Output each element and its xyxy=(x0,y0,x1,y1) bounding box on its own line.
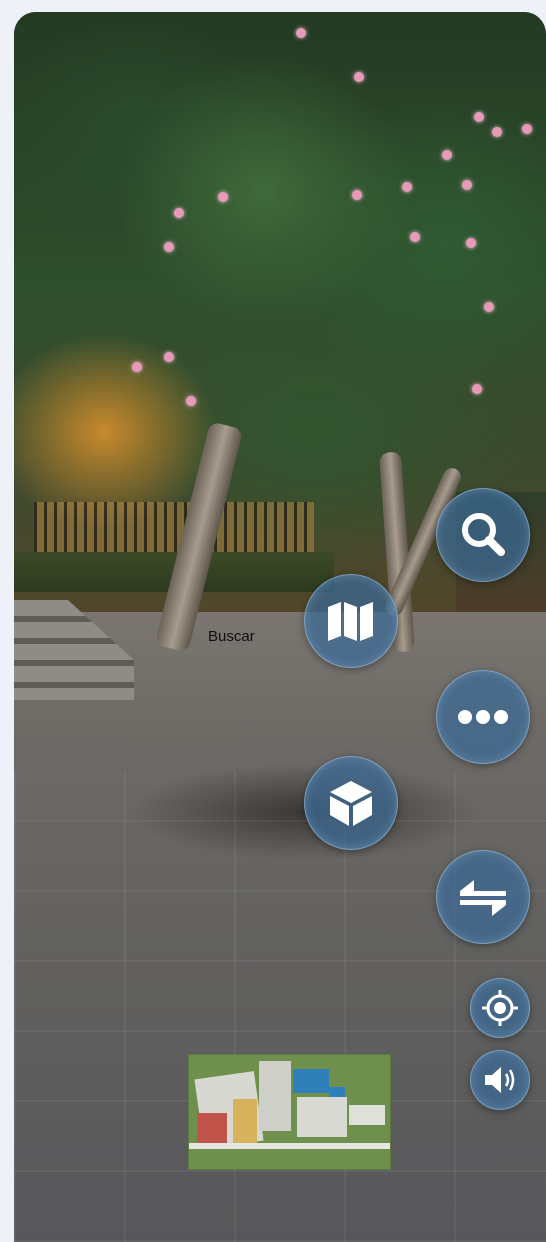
blossom xyxy=(462,180,472,190)
locate-button[interactable] xyxy=(470,978,530,1038)
blossom xyxy=(522,124,532,134)
map-button[interactable] xyxy=(304,574,398,668)
cube-3d-icon xyxy=(330,781,372,826)
blossom xyxy=(164,242,174,252)
blossom xyxy=(354,72,364,82)
search-button[interactable] xyxy=(436,488,530,582)
minimap-path xyxy=(189,1143,390,1149)
minimap-building xyxy=(293,1069,329,1093)
minimap-building xyxy=(233,1099,257,1147)
blossom xyxy=(474,112,484,122)
paving-tiles xyxy=(14,772,546,1242)
audio-button[interactable] xyxy=(470,1050,530,1110)
blossom xyxy=(484,302,494,312)
speaker-icon xyxy=(485,1067,515,1093)
blossom xyxy=(410,232,420,242)
blossom xyxy=(472,384,482,394)
blossom xyxy=(132,362,142,372)
blossom xyxy=(442,150,452,160)
crosshair-icon xyxy=(482,990,518,1026)
campus-minimap[interactable] xyxy=(188,1054,391,1170)
minimap-building xyxy=(297,1097,347,1137)
map-icon xyxy=(328,602,373,641)
blossom xyxy=(466,238,476,248)
blossom xyxy=(352,190,362,200)
minimap-building xyxy=(197,1113,227,1143)
blossom xyxy=(402,182,412,192)
more-dots-icon xyxy=(458,710,508,724)
minimap-building xyxy=(329,1087,345,1097)
search-icon xyxy=(462,513,505,556)
minimap-building xyxy=(349,1105,385,1125)
blossom xyxy=(296,28,306,38)
search-label: Buscar xyxy=(208,628,255,645)
street-view-frame[interactable]: Buscar xyxy=(14,12,546,1242)
3d-view-button[interactable] xyxy=(304,756,398,850)
blossom xyxy=(174,208,184,218)
swap-view-button[interactable] xyxy=(436,850,530,944)
more-options-button[interactable] xyxy=(436,670,530,764)
minimap-building xyxy=(259,1061,291,1131)
swap-arrows-icon xyxy=(460,880,506,916)
blossom xyxy=(186,396,196,406)
blossom xyxy=(218,192,228,202)
blossom xyxy=(164,352,174,362)
blossom xyxy=(492,127,502,137)
